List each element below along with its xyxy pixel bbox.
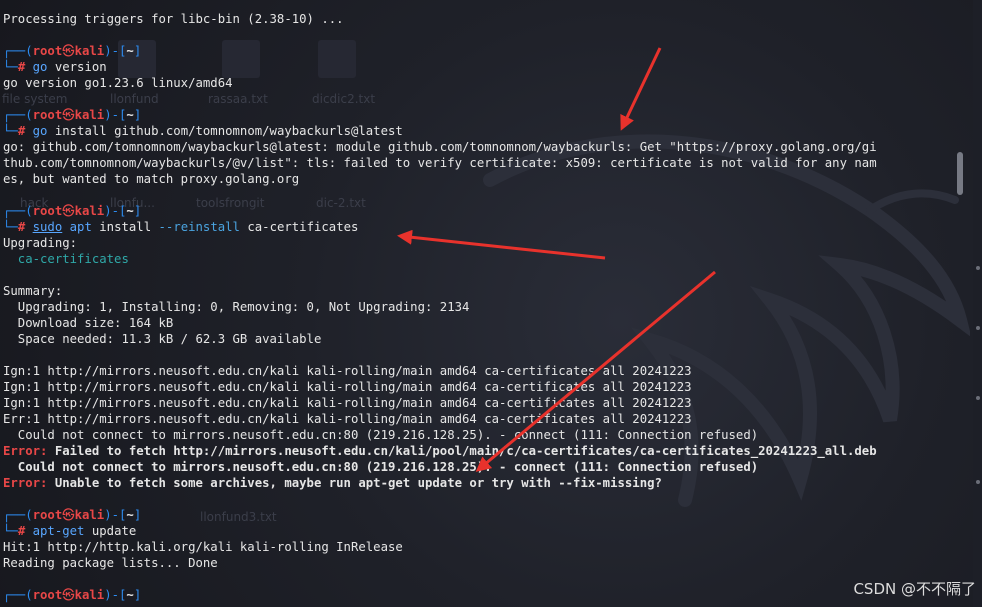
command-args: version (47, 60, 107, 74)
error-line: Error: Failed to fetch http://mirrors.ne… (3, 443, 877, 459)
output-line: Ign:1 http://mirrors.neusoft.edu.cn/kali… (3, 380, 692, 394)
prompt-dir: ~ (126, 508, 134, 522)
command-args: update (84, 524, 137, 538)
terminal-output[interactable]: Processing triggers for libc-bin (2.38-1… (3, 0, 958, 607)
prompt-dir: ~ (126, 588, 134, 602)
prompt-host: kali (74, 204, 105, 218)
prompt-host: kali (74, 44, 105, 58)
prompt-user: root (32, 108, 63, 122)
output-line: Hit:1 http://http.kali.org/kali kali-rol… (3, 540, 403, 554)
output-line: Reading package lists... Done (3, 556, 218, 570)
prompt-dir: ~ (126, 204, 134, 218)
prompt-user: root (32, 588, 63, 602)
prompt-host: kali (74, 588, 105, 602)
output-line: go version go1.23.6 linux/amd64 (3, 76, 233, 90)
package-name: ca-certificates (3, 252, 129, 266)
output-line: Download size: 164 kB (3, 316, 174, 330)
prompt-user: root (32, 44, 63, 58)
scroll-dot (976, 326, 980, 330)
command-sudo: sudo (32, 220, 63, 234)
error-line: Error: Unable to fetch some archives, ma… (3, 475, 662, 491)
terminal-scrollbar-thumb[interactable] (957, 152, 963, 195)
prompt-header: ┌──(root㉿kali)-[~] (3, 508, 142, 522)
error-output-line: thub.com/tomnomnom/waybackurls/@v/list":… (3, 156, 877, 170)
prompt-host: kali (74, 108, 105, 122)
scroll-dot (976, 396, 980, 400)
error-label: Error: (3, 476, 48, 490)
output-line: Space needed: 11.3 kB / 62.3 GB availabl… (3, 332, 322, 346)
prompt-user: root (32, 508, 63, 522)
command-name: go (32, 60, 48, 74)
prompt-at-icon: ㉿ (62, 204, 75, 218)
output-line: Upgrading: (3, 236, 78, 250)
prompt-at-icon: ㉿ (62, 44, 75, 58)
prompt-at-icon: ㉿ (62, 588, 75, 602)
prompt-header: ┌──(root㉿kali)-[~] (3, 204, 142, 218)
command-name: apt (69, 220, 92, 234)
prompt-at-icon: ㉿ (62, 508, 75, 522)
command-line: └─# sudo apt install --reinstall ca-cert… (3, 220, 359, 234)
output-line: Upgrading: 1, Installing: 0, Removing: 0… (3, 300, 470, 314)
error-output-line: go: github.com/tomnomnom/waybackurls@lat… (3, 140, 877, 154)
prompt-header: ┌──(root㉿kali)-[~] (3, 588, 142, 602)
prompt-dir: ~ (126, 44, 134, 58)
prompt-header: ┌──(root㉿kali)-[~] (3, 108, 142, 122)
prompt-user: root (32, 204, 63, 218)
command-line: └─# go install github.com/tomnomnom/wayb… (3, 124, 403, 138)
output-line: Summary: (3, 284, 63, 298)
prompt-dir: ~ (126, 108, 134, 122)
error-message: Failed to fetch http://mirrors.neusoft.e… (47, 444, 877, 458)
command-name: apt-get (32, 524, 85, 538)
output-line: Ign:1 http://mirrors.neusoft.edu.cn/kali… (3, 364, 692, 378)
output-line: Err:1 http://mirrors.neusoft.edu.cn/kali… (3, 412, 692, 426)
output-line: Processing triggers for libc-bin (2.38-1… (3, 12, 344, 26)
desktop-scrollbar[interactable] (973, 0, 982, 607)
scroll-dot (976, 480, 980, 484)
scroll-dot (976, 266, 980, 270)
command-args: install (91, 220, 159, 234)
command-args: ca-certificates (239, 220, 359, 234)
error-output-line: es, but wanted to match proxy.golang.org (3, 172, 300, 186)
error-message: Unable to fetch some archives, maybe run… (47, 476, 662, 490)
command-args: install github.com/tomnomnom/waybackurls… (47, 124, 403, 138)
prompt-header: ┌──(root㉿kali)-[~] (3, 44, 142, 58)
command-name: go (32, 124, 48, 138)
command-option: --reinstall (158, 220, 240, 234)
prompt-host: kali (74, 508, 105, 522)
error-label: Error: (3, 444, 48, 458)
output-line: Ign:1 http://mirrors.neusoft.edu.cn/kali… (3, 396, 692, 410)
output-line: Could not connect to mirrors.neusoft.edu… (3, 428, 759, 442)
command-line: └─# apt-get update (3, 524, 137, 538)
command-line: └─# go version (3, 60, 107, 74)
csdn-watermark: CSDN @不不隔了 (853, 580, 976, 598)
prompt-at-icon: ㉿ (62, 108, 75, 122)
error-message: Could not connect to mirrors.neusoft.edu… (3, 460, 759, 474)
